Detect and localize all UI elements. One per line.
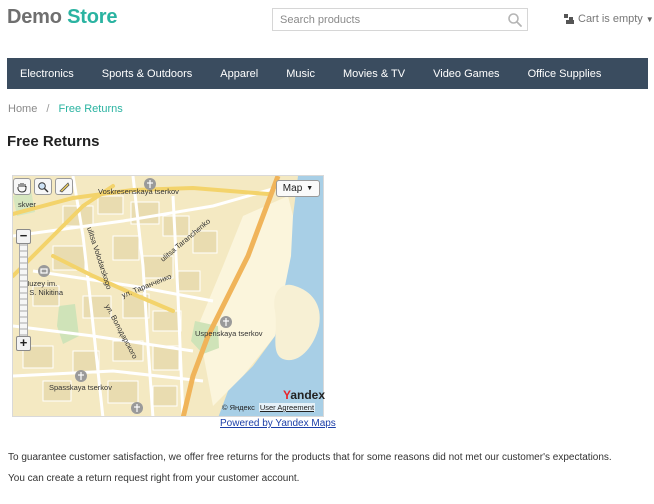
logo-word-store: Store (67, 6, 118, 28)
nav-item-music[interactable]: Music (286, 68, 315, 80)
map-zoom-control: − + (16, 229, 31, 353)
search-box (272, 8, 528, 31)
map-label-uspenskaya: Uspenskaya tserkov (195, 329, 263, 338)
hand-drag-icon[interactable] (13, 178, 31, 195)
search-icon[interactable] (507, 12, 523, 28)
map-toolbar (13, 178, 73, 195)
nav-item-electronics[interactable]: Electronics (20, 68, 74, 80)
map-label-spasskaya: Spasskaya tserkov (49, 383, 112, 392)
breadcrumb-current: Free Returns (58, 103, 123, 115)
caret-down-icon: ▼ (645, 14, 654, 24)
map-label-skver: skver (18, 200, 36, 209)
breadcrumb-separator: / (46, 103, 50, 115)
cart-dropdown[interactable]: Cart is empty ▼ (564, 13, 654, 25)
zoom-slider[interactable] (19, 244, 28, 336)
logo-word-demo: Demo (7, 6, 62, 28)
cart-icon (564, 13, 575, 25)
returns-paragraph-2: You can create a return request right fr… (8, 473, 300, 484)
user-agreement-link[interactable]: User Agreement (258, 403, 316, 412)
map-type-dropdown[interactable]: Map ▼ (276, 180, 320, 197)
search-input[interactable] (273, 9, 501, 30)
nav-item-apparel[interactable]: Apparel (220, 68, 258, 80)
magnifier-zoom-icon[interactable] (34, 178, 52, 195)
main-nav: Electronics Sports & Outdoors Apparel Mu… (7, 58, 648, 89)
caret-down-icon: ▼ (306, 185, 314, 192)
cart-label: Cart is empty (578, 13, 643, 25)
copyright-text: © Яндекс (222, 403, 255, 412)
nav-item-video-games[interactable]: Video Games (433, 68, 499, 80)
returns-paragraph-1: To guarantee customer satisfaction, we o… (8, 452, 612, 463)
nav-item-movies-tv[interactable]: Movies & TV (343, 68, 405, 80)
breadcrumb-home[interactable]: Home (8, 103, 37, 115)
store-logo[interactable]: Demo Store (7, 6, 117, 29)
yandex-map[interactable]: Voskresenskaya tserkov skver ulitsa Tara… (12, 175, 324, 417)
page-title: Free Returns (7, 133, 100, 150)
ruler-icon[interactable] (55, 178, 73, 195)
map-label-voskresenskaya: Voskresenskaya tserkov (98, 187, 179, 196)
zoom-out-button[interactable]: − (16, 229, 31, 244)
map-copyright: © Яндекс User Agreement (222, 403, 316, 412)
nav-item-sports-outdoors[interactable]: Sports & Outdoors (102, 68, 193, 80)
map-type-label: Map (282, 183, 303, 194)
powered-by-yandex-link[interactable]: Powered by Yandex Maps (220, 418, 336, 429)
nav-item-office-supplies[interactable]: Office Supplies (528, 68, 602, 80)
zoom-in-button[interactable]: + (16, 336, 31, 351)
yandex-logo: Yandex (283, 388, 326, 402)
breadcrumb: Home / Free Returns (8, 103, 123, 115)
